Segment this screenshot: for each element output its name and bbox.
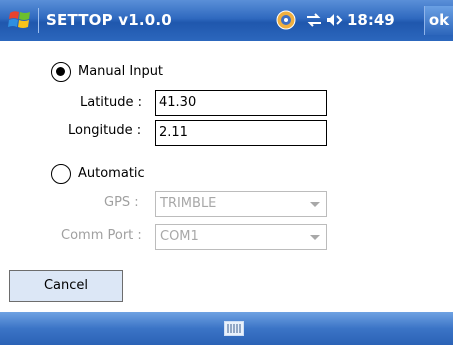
clock[interactable]: 18:49: [347, 11, 395, 29]
keyboard-keys: [227, 324, 241, 333]
title-bar: SETTOP v1.0.0 18:49 ok: [0, 0, 453, 41]
automatic-radio[interactable]: [51, 164, 71, 184]
menu-bar: [0, 312, 453, 345]
comm-port-select-value: COM1: [160, 229, 199, 244]
chevron-down-icon: [310, 202, 320, 207]
automatic-label[interactable]: Automatic: [78, 166, 145, 181]
comm-port-label: Comm Port :: [61, 228, 142, 243]
gps-select-value: TRIMBLE: [160, 196, 217, 211]
volume-icon[interactable]: [326, 10, 344, 30]
windows-start-icon[interactable]: [8, 9, 32, 31]
latitude-field[interactable]: 41.30: [155, 90, 327, 116]
gps-select[interactable]: TRIMBLE: [155, 191, 327, 217]
radio-selected-dot: [56, 67, 65, 76]
chevron-down-icon: [310, 235, 320, 240]
gps-status-icon[interactable]: [276, 10, 296, 30]
manual-input-radio[interactable]: [51, 62, 71, 82]
latitude-label: Latitude :: [80, 95, 143, 110]
longitude-label: Longitude :: [68, 123, 142, 138]
connectivity-icon[interactable]: [304, 10, 324, 30]
ok-button[interactable]: ok: [424, 6, 453, 35]
app-title: SETTOP v1.0.0: [46, 11, 172, 29]
title-separator: [38, 8, 39, 33]
longitude-field[interactable]: 2.11: [155, 120, 327, 146]
gps-label: GPS :: [104, 195, 139, 210]
manual-input-label[interactable]: Manual Input: [78, 64, 163, 79]
cancel-button[interactable]: Cancel: [9, 270, 123, 302]
comm-port-select[interactable]: COM1: [155, 224, 327, 250]
keyboard-icon[interactable]: [224, 321, 244, 336]
